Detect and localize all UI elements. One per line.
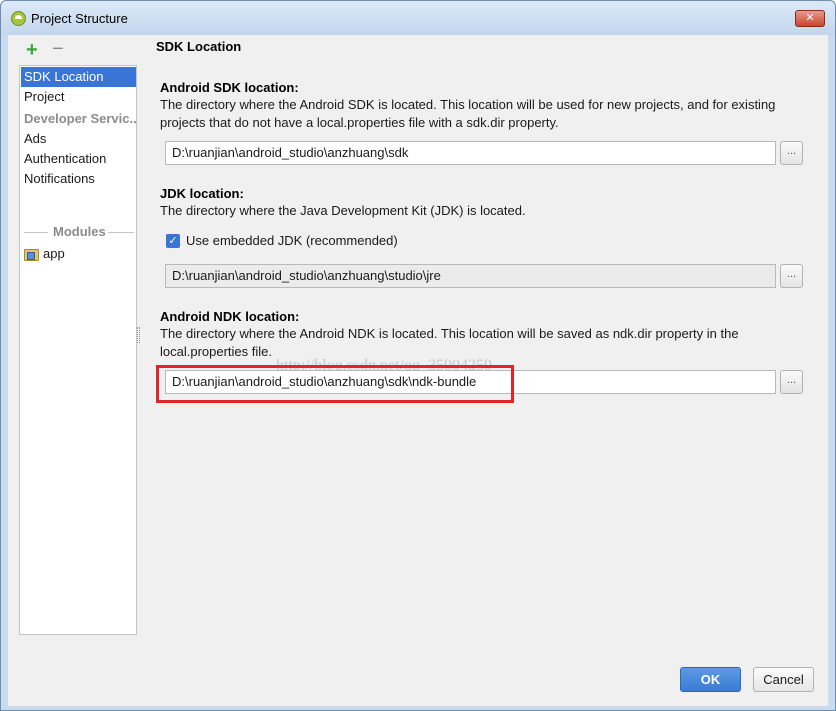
cancel-button[interactable]: Cancel — [753, 667, 814, 692]
dialog-body: + − SDK Location Project Developer Servi… — [8, 35, 828, 706]
sdk-location-field[interactable]: D:\ruanjian\android_studio\anzhuang\sdk — [165, 141, 776, 165]
sdk-location-title: Android SDK location: — [160, 80, 299, 95]
modules-separator: Modules — [24, 223, 134, 241]
splitter-handle[interactable] — [137, 327, 140, 343]
remove-icon[interactable]: − — [52, 38, 64, 61]
android-studio-icon — [11, 11, 26, 26]
sidebar-item-notifications[interactable]: Notifications — [21, 169, 136, 189]
sidebar: SDK Location Project Developer Servic...… — [19, 65, 137, 635]
add-icon[interactable]: + — [26, 39, 38, 62]
ndk-highlight-box — [156, 365, 514, 403]
jdk-location-description: The directory where the Java Development… — [160, 203, 526, 218]
window-title: Project Structure — [31, 11, 128, 26]
jdk-location-title: JDK location: — [160, 186, 244, 201]
sidebar-item-app-module[interactable]: app — [43, 246, 65, 261]
module-folder-icon — [24, 249, 39, 261]
title-bar[interactable]: Project Structure ✕ — [1, 1, 835, 35]
ndk-location-description: The directory where the Android NDK is l… — [160, 326, 739, 359]
sdk-browse-button[interactable]: ... — [780, 141, 803, 165]
sidebar-header-developer-services: Developer Servic... — [24, 111, 136, 126]
footer-separator — [8, 647, 828, 648]
ndk-browse-button[interactable]: ... — [780, 370, 803, 394]
sidebar-item-project[interactable]: Project — [21, 87, 136, 107]
ok-button[interactable]: OK — [680, 667, 741, 692]
sidebar-item-authentication[interactable]: Authentication — [21, 149, 136, 169]
sidebar-item-ads[interactable]: Ads — [21, 129, 136, 149]
sidebar-item-sdk-location[interactable]: SDK Location — [21, 67, 136, 87]
panel-title: SDK Location — [156, 39, 242, 54]
jdk-location-field[interactable]: D:\ruanjian\android_studio\anzhuang\stud… — [165, 264, 776, 288]
sdk-location-description: The directory where the Android SDK is l… — [160, 97, 776, 130]
modules-header: Modules — [53, 224, 106, 239]
ndk-location-title: Android NDK location: — [160, 309, 300, 324]
project-structure-dialog: Project Structure ✕ + − SDK Location Pro… — [0, 0, 836, 711]
separator-line-left — [24, 232, 48, 233]
separator-line-right — [108, 232, 134, 233]
use-embedded-jdk-checkbox[interactable]: ✓ — [166, 234, 180, 248]
close-button[interactable]: ✕ — [795, 10, 825, 27]
jdk-browse-button[interactable]: ... — [780, 264, 803, 288]
use-embedded-jdk-label[interactable]: Use embedded JDK (recommended) — [186, 233, 398, 248]
